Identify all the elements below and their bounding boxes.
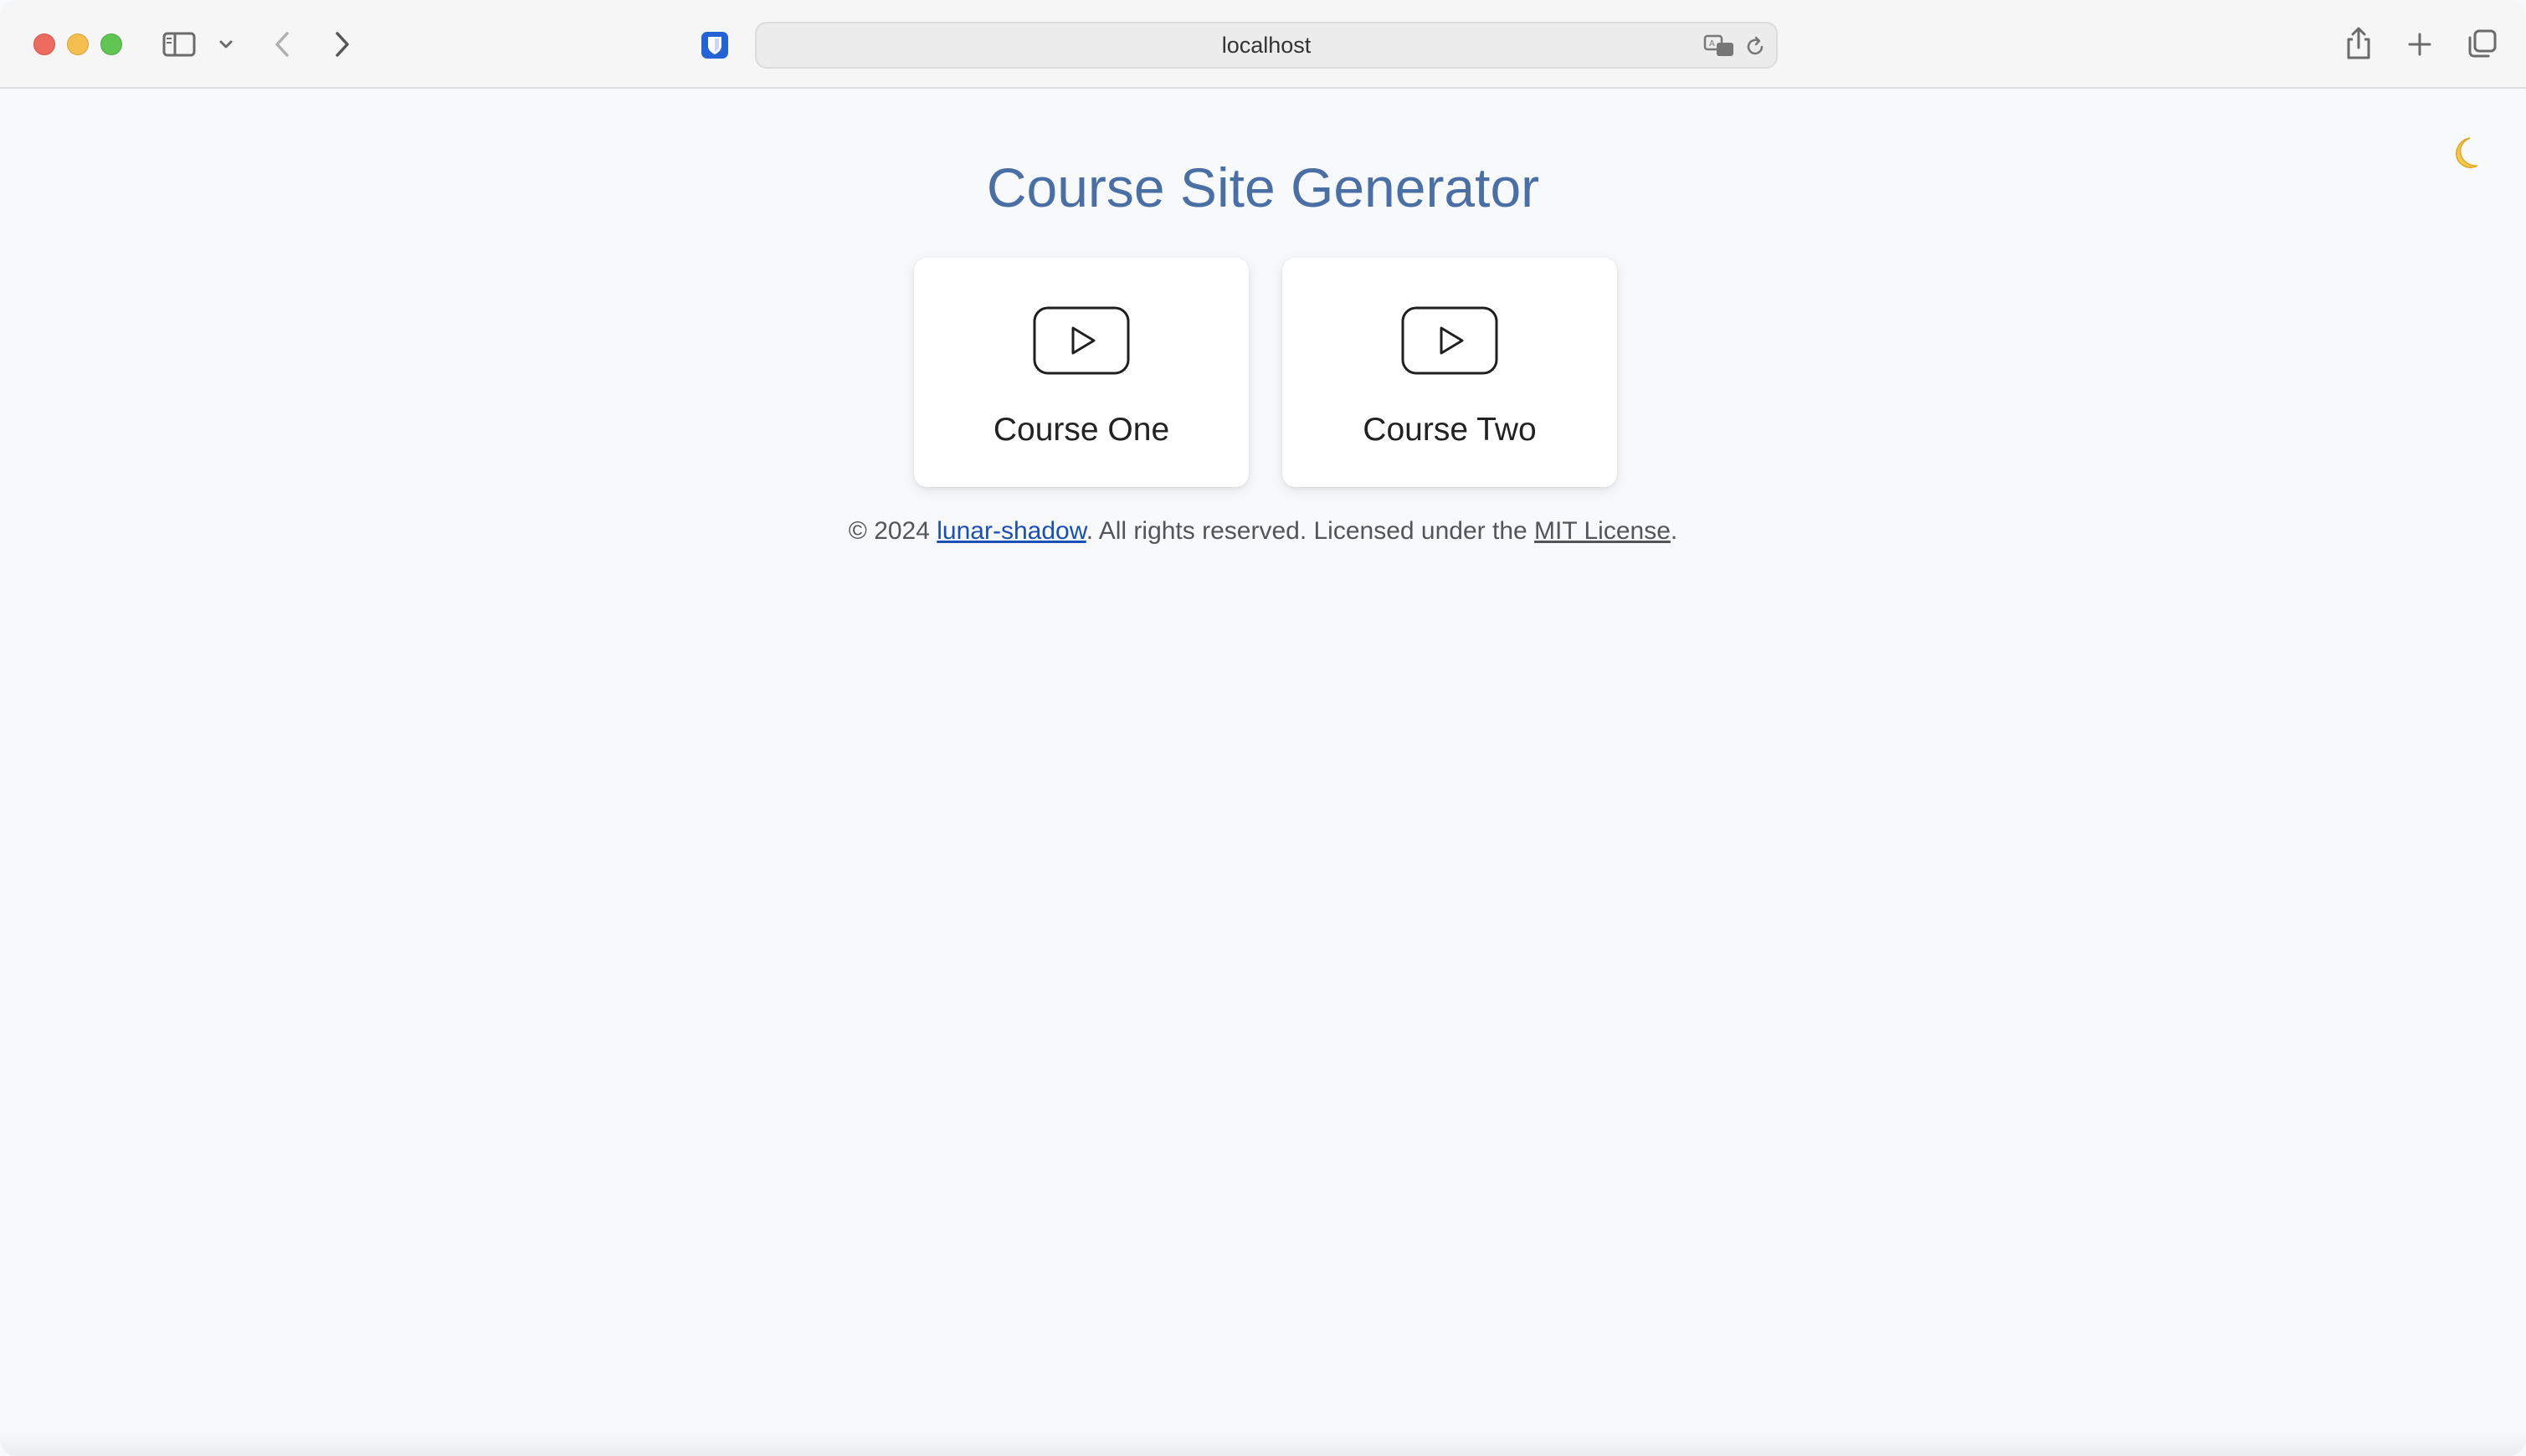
play-video-icon	[1033, 306, 1130, 375]
translate-icon[interactable]: A	[1702, 33, 1736, 59]
page-title: Course Site Generator	[986, 156, 1540, 218]
minimize-window-button[interactable]	[67, 33, 89, 55]
sidebar-icon[interactable]	[161, 28, 198, 60]
course-card-one[interactable]: Course One	[914, 258, 1249, 487]
footer-period: .	[1670, 517, 1678, 545]
course-title: Course One	[993, 412, 1170, 448]
browser-window: localhost A Course Site Generator Course…	[0, 0, 2526, 1456]
copyright-text: © 2024	[848, 517, 937, 545]
address-bar[interactable]: localhost A	[755, 22, 1778, 69]
share-icon[interactable]	[2342, 23, 2375, 64]
chevron-right-icon[interactable]	[330, 27, 355, 62]
svg-text:A: A	[1709, 39, 1715, 49]
bitwarden-shield-icon[interactable]	[698, 28, 732, 62]
window-bottom-edge	[0, 1431, 2526, 1456]
reload-icon[interactable]	[1741, 33, 1769, 60]
author-link[interactable]: lunar-shadow	[937, 517, 1086, 545]
play-video-icon	[1401, 306, 1498, 375]
rights-text: . All rights reserved. Licensed under th…	[1086, 517, 1535, 545]
course-title: Course Two	[1363, 412, 1537, 448]
browser-toolbar: localhost A	[0, 0, 2526, 89]
plus-icon[interactable]	[2404, 28, 2436, 60]
page-content: Course Site Generator Course One Course …	[0, 90, 2526, 1456]
course-list: Course One Course Two	[914, 258, 1617, 487]
license-link[interactable]: MIT License	[1534, 517, 1671, 545]
close-window-button[interactable]	[33, 33, 55, 55]
course-card-two[interactable]: Course Two	[1282, 258, 1617, 487]
zoom-window-button[interactable]	[100, 33, 122, 55]
chevron-down-icon[interactable]	[216, 35, 236, 54]
tabs-overview-icon[interactable]	[2466, 27, 2499, 60]
url-text: localhost	[1221, 32, 1312, 58]
footer: © 2024 lunar-shadow. All rights reserved…	[0, 517, 2526, 546]
chevron-left-icon[interactable]	[270, 27, 295, 62]
